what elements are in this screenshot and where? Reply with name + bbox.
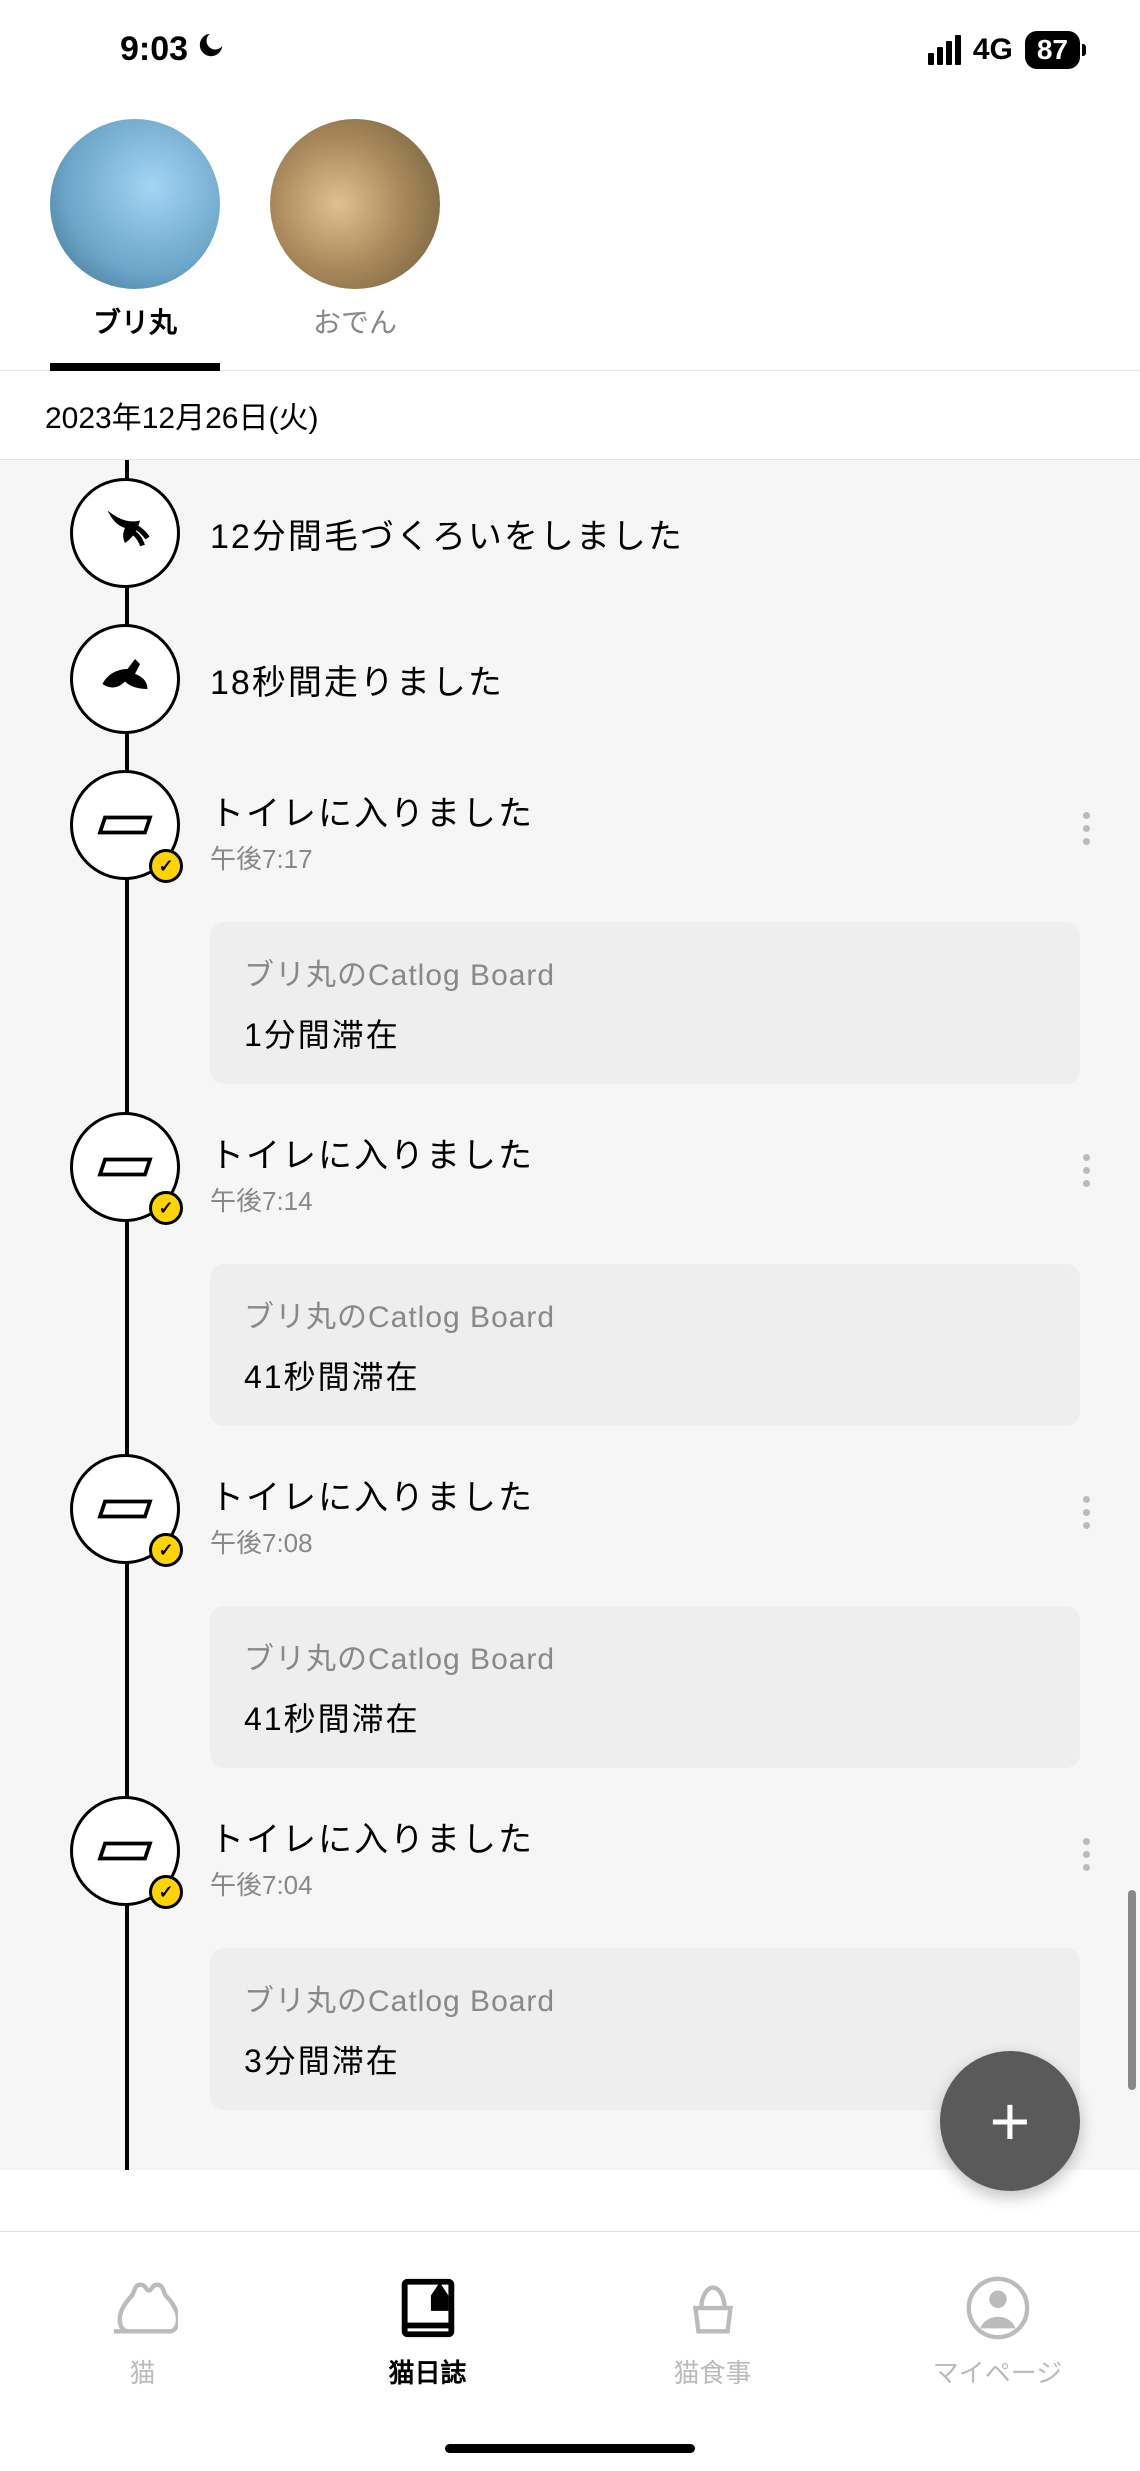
timeline-entry[interactable]: ✓ トイレに入りました 午後7:08 — [0, 1436, 1140, 1582]
toilet-icon: ✓ — [70, 1796, 180, 1906]
entry-title: 18秒間走りました — [210, 655, 1100, 704]
more-icon[interactable] — [1083, 1154, 1090, 1187]
detail-device: ブリ丸のCatlog Board — [244, 1292, 1046, 1336]
toilet-icon: ✓ — [70, 1112, 180, 1222]
pet-name: ブリ丸 — [93, 301, 177, 341]
nav-food[interactable]: 猫食事 — [570, 2232, 855, 2431]
nav-diary[interactable]: 猫日誌 — [285, 2232, 570, 2431]
food-icon — [678, 2273, 748, 2343]
status-time-group: 9:03 — [120, 30, 226, 69]
cat-icon — [108, 2273, 178, 2343]
run-icon — [70, 624, 180, 734]
check-badge-icon: ✓ — [149, 1533, 183, 1567]
signal-icon — [928, 35, 961, 65]
entry-title: トイレに入りました — [210, 1812, 1100, 1861]
entry-timestamp: 午後7:04 — [210, 1865, 1100, 1902]
nav-label: マイページ — [933, 2353, 1062, 2390]
toilet-icon: ✓ — [70, 770, 180, 880]
check-badge-icon: ✓ — [149, 849, 183, 883]
timeline-entry[interactable]: ✓ トイレに入りました 午後7:17 — [0, 752, 1140, 898]
entry-title: トイレに入りました — [210, 786, 1100, 835]
timeline[interactable]: 12分間毛づくろいをしました 18秒間走りました ✓ トイレに入りました 午後7… — [0, 460, 1140, 2170]
person-icon — [963, 2273, 1033, 2343]
check-badge-icon: ✓ — [149, 1875, 183, 1909]
pet-tab-burimaru[interactable]: ブリ丸 — [50, 119, 220, 371]
entry-title: トイレに入りました — [210, 1470, 1100, 1519]
plus-icon: + — [990, 2081, 1031, 2161]
detail-duration: 3分間滞在 — [244, 2036, 1046, 2082]
groom-icon — [70, 478, 180, 588]
detail-duration: 41秒間滞在 — [244, 1694, 1046, 1740]
date-header: 2023年12月26日(火) — [0, 371, 1140, 460]
detail-duration: 1分間滞在 — [244, 1010, 1046, 1056]
detail-card[interactable]: ブリ丸のCatlog Board 1分間滞在 — [210, 922, 1080, 1084]
more-icon[interactable] — [1083, 1496, 1090, 1529]
diary-icon — [393, 2273, 463, 2343]
detail-device: ブリ丸のCatlog Board — [244, 950, 1046, 994]
detail-device: ブリ丸のCatlog Board — [244, 1634, 1046, 1678]
entry-timestamp: 午後7:08 — [210, 1523, 1100, 1560]
home-indicator[interactable] — [445, 2444, 695, 2453]
entry-timestamp: 午後7:17 — [210, 839, 1100, 876]
more-icon[interactable] — [1083, 812, 1090, 845]
check-badge-icon: ✓ — [149, 1191, 183, 1225]
timeline-entry[interactable]: ✓ トイレに入りました 午後7:04 — [0, 1778, 1140, 1924]
nav-mypage[interactable]: マイページ — [855, 2232, 1140, 2431]
entry-title: 12分間毛づくろいをしました — [210, 509, 1100, 558]
nav-label: 猫日誌 — [388, 2353, 466, 2390]
pet-name: おでん — [313, 301, 397, 341]
toilet-icon: ✓ — [70, 1454, 180, 1564]
timeline-entry[interactable]: ✓ トイレに入りました 午後7:14 — [0, 1094, 1140, 1240]
more-icon[interactable] — [1083, 1838, 1090, 1871]
scrollbar[interactable] — [1128, 1890, 1136, 2090]
add-button[interactable]: + — [940, 2051, 1080, 2191]
entry-title: トイレに入りました — [210, 1128, 1100, 1177]
timeline-entry[interactable]: 12分間毛づくろいをしました — [0, 460, 1140, 606]
nav-label: 猫 — [129, 2353, 155, 2390]
detail-device: ブリ丸のCatlog Board — [244, 1976, 1046, 2020]
nav-label: 猫食事 — [673, 2353, 751, 2390]
pet-tab-oden[interactable]: おでん — [270, 119, 440, 370]
network-label: 4G — [973, 33, 1013, 67]
detail-card[interactable]: ブリ丸のCatlog Board 41秒間滞在 — [210, 1606, 1080, 1768]
entry-timestamp: 午後7:14 — [210, 1181, 1100, 1218]
battery-icon: 87 — [1025, 31, 1080, 69]
date-text: 2023年12月26日(火) — [45, 402, 318, 435]
avatar — [50, 119, 220, 289]
timeline-entry[interactable]: 18秒間走りました — [0, 606, 1140, 752]
status-time: 9:03 — [120, 30, 188, 69]
status-bar: 9:03 4G 87 — [0, 0, 1140, 89]
pet-tabs: ブリ丸 おでん — [0, 89, 1140, 371]
avatar — [270, 119, 440, 289]
moon-icon — [196, 30, 226, 69]
status-indicators: 4G 87 — [928, 31, 1080, 69]
bottom-nav: 猫 猫日誌 猫食事 マイページ — [0, 2231, 1140, 2471]
nav-cat[interactable]: 猫 — [0, 2232, 285, 2431]
detail-duration: 41秒間滞在 — [244, 1352, 1046, 1398]
detail-card[interactable]: ブリ丸のCatlog Board 41秒間滞在 — [210, 1264, 1080, 1426]
